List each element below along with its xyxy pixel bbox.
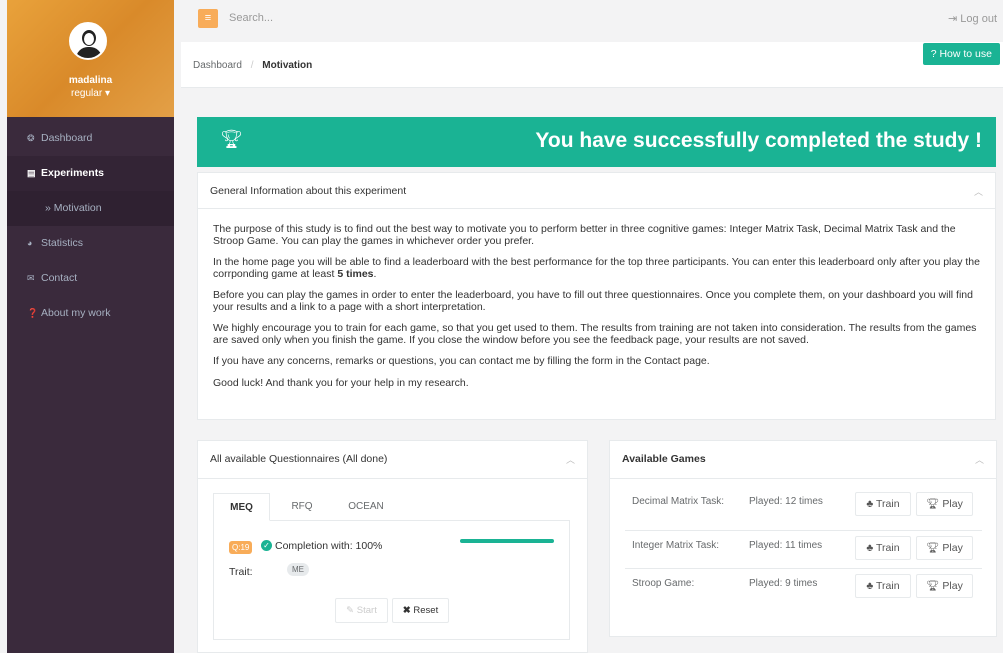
play-button[interactable]: 🏆︎ Play [916, 574, 973, 598]
completion-progress-bar [460, 539, 554, 543]
info-paragraph: We highly encourage you to train for eac… [213, 322, 977, 346]
sidebar-item-experiments[interactable]: ▤ Experiments [7, 156, 174, 191]
success-message: You have successfully completed the stud… [535, 129, 982, 152]
breadcrumb-bar: Dashboard / Motivation ? How to use [181, 42, 1003, 88]
profile-header: madalina regular ▾ [7, 0, 174, 117]
train-button[interactable]: ♣ Train [855, 536, 911, 560]
game-play-count: Played: 12 times [749, 496, 823, 507]
questionnaires-panel: All available Questionnaires (All done) … [197, 440, 588, 653]
game-row: Integer Matrix Task: Played: 11 times ♣ … [625, 530, 982, 564]
game-name: Integer Matrix Task: [632, 540, 720, 551]
search-input[interactable]: Search... [229, 12, 273, 24]
info-paragraph: If you have any concerns, remarks or que… [213, 355, 710, 367]
play-button[interactable]: 🏆︎ Play [916, 492, 973, 516]
sidebar-item-statistics[interactable]: ◕ Statistics [7, 226, 174, 261]
sidebar-item-motivation[interactable]: » Motivation [7, 191, 174, 226]
puzzle-icon: ♣ [866, 580, 877, 592]
game-play-count: Played: 11 times [749, 540, 823, 551]
chevron-up-icon[interactable]: ︿ [566, 453, 575, 466]
chevron-up-icon[interactable]: ︿ [974, 185, 983, 198]
games-panel-title: Available Games [622, 453, 706, 465]
game-play-count: Played: 9 times [749, 578, 818, 589]
user-name: madalina [68, 75, 113, 86]
sidebar-item-label: Experiments [41, 167, 105, 179]
sidebar-item-about[interactable]: ❓ About my work [7, 296, 174, 331]
trophy-icon: 🏆︎ [926, 580, 943, 592]
sidebar-item-contact[interactable]: ✉ Contact [7, 261, 174, 296]
question-icon: ❓ [27, 308, 39, 318]
info-panel: General Information about this experimen… [197, 172, 996, 420]
avatar[interactable] [69, 22, 107, 60]
game-name: Stroop Game: [632, 578, 695, 589]
info-paragraph: Before you can play the games in order t… [213, 289, 973, 313]
sidebar-item-label: About my work [41, 307, 111, 319]
close-icon: ✖ [402, 605, 414, 616]
info-panel-title: General Information about this experimen… [210, 185, 407, 197]
questionnaire-tabs: MEQ RFQ OCEAN [213, 493, 570, 521]
tab-content-meq: Q:19 ✓ Completion with: 100% Trait: ME ✎… [213, 520, 570, 640]
breadcrumb-current: Motivation [262, 60, 313, 71]
game-row: Stroop Game: Played: 9 times ♣ Train 🏆︎ … [625, 568, 982, 602]
dashboard-icon: ❂ [27, 133, 35, 143]
tab-meq[interactable]: MEQ [213, 493, 270, 521]
completion-text: Completion with: 100% [275, 540, 383, 552]
statistics-icon: ◕ [27, 238, 33, 248]
sidebar: madalina regular ▾ ❂ Dashboard ▤ Experimen… [7, 0, 174, 653]
topbar: ≡ Search... ⇥ Log out [181, 0, 1003, 42]
info-panel-header: General Information about this experimen… [198, 173, 995, 209]
pencil-icon: ✎ [346, 605, 357, 616]
chevron-up-icon[interactable]: ︿ [975, 453, 984, 466]
trophy-icon: 🏆︎ [926, 498, 943, 510]
how-to-use-button[interactable]: ? How to use [922, 43, 1000, 65]
play-button[interactable]: 🏆︎ Play [916, 536, 973, 560]
questionnaires-panel-header: All available Questionnaires (All done) … [198, 441, 587, 479]
start-button[interactable]: ✎ Start [335, 598, 388, 623]
tab-rfq[interactable]: RFQ [279, 493, 325, 521]
logout-label: Log out [960, 13, 997, 25]
puzzle-icon: ♣ [866, 498, 877, 510]
train-button[interactable]: ♣ Train [855, 492, 911, 516]
questionnaires-panel-title: All available Questionnaires (All done) [210, 453, 388, 465]
game-row: Decimal Matrix Task: Played: 12 times ♣ … [625, 487, 982, 521]
success-banner: 🏆︎ You have successfully completed the s… [197, 117, 996, 167]
logout-button[interactable]: ⇥ Log out [948, 12, 997, 25]
sidebar-item-label: Contact [41, 272, 78, 284]
trophy-icon: 🏆︎ [220, 129, 243, 149]
train-button[interactable]: ♣ Train [855, 574, 911, 598]
info-paragraph: In the home page you will be able to fin… [213, 256, 980, 280]
breadcrumb: Dashboard / Motivation [193, 60, 312, 71]
puzzle-icon: ♣ [866, 542, 877, 554]
breadcrumb-home[interactable]: Dashboard [193, 60, 242, 71]
envelope-icon: ✉ [27, 273, 35, 283]
info-paragraph: The purpose of this study is to find out… [213, 223, 956, 247]
game-name: Decimal Matrix Task: [632, 496, 725, 507]
sidebar-item-label: Dashboard [41, 132, 93, 144]
info-panel-body: The purpose of this study is to find out… [198, 209, 995, 414]
trophy-icon: 🏆︎ [926, 542, 943, 554]
trait-label: Trait: [229, 566, 253, 578]
games-panel: Available Games ︿ Decimal Matrix Task: P… [609, 440, 997, 637]
sidebar-item-label: Statistics [41, 237, 84, 249]
user-role-dropdown[interactable]: regular ▾ [7, 88, 174, 99]
question-count-badge: Q:19 [229, 541, 253, 554]
trait-badge: ME [287, 563, 309, 576]
sidebar-nav: ❂ Dashboard ▤ Experiments » Motivation ◕ St… [7, 121, 174, 331]
breadcrumb-separator: / [250, 60, 254, 71]
tab-ocean[interactable]: OCEAN [335, 493, 397, 521]
logout-icon: ⇥ [948, 13, 961, 25]
menu-toggle-button[interactable]: ≡ [198, 9, 218, 28]
reset-button[interactable]: ✖ Reset [392, 598, 449, 623]
sidebar-item-dashboard[interactable]: ❂ Dashboard [7, 121, 174, 156]
info-paragraph: Good luck! And thank you for your help i… [213, 376, 469, 389]
check-circle-icon: ✓ [261, 540, 272, 551]
games-panel-header: Available Games ︿ [610, 441, 996, 479]
experiments-icon: ▤ [27, 168, 36, 178]
